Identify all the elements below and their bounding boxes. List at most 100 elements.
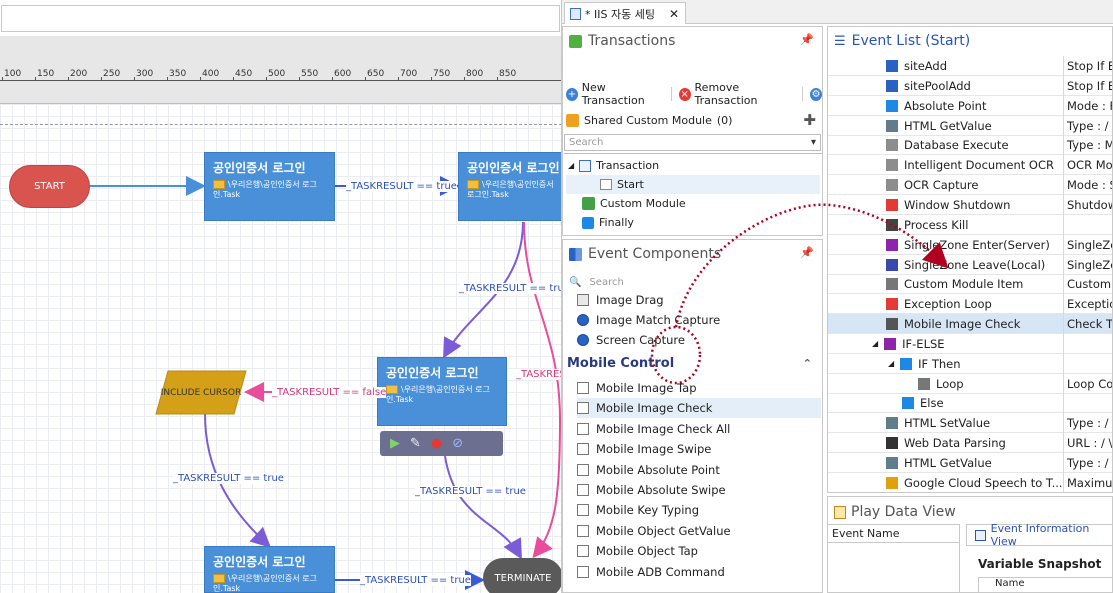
event-row-label: Intelligent Document OCR — [904, 158, 1054, 173]
event-type-icon — [886, 119, 898, 132]
task-node-1[interactable]: 공인인증서 로그인 \우리은행\공인인증서 로그인.Task — [204, 152, 335, 221]
folder-icon — [467, 180, 479, 189]
play-icon[interactable]: ▶ — [390, 436, 400, 451]
event-row[interactable]: Absolute Point Mode : F — [828, 95, 1112, 116]
mobile-item[interactable]: Mobile Absolute Swipe — [577, 480, 821, 500]
event-row[interactable]: Loop Loop Co — [828, 373, 1112, 394]
event-row-name-cell: Else — [902, 393, 944, 413]
event-type-icon — [900, 357, 913, 370]
transactions-toolbar: + New Transaction × Remove Transaction ⚙ — [563, 81, 822, 107]
tree-item-custom-module[interactable]: Custom Module — [582, 194, 686, 213]
event-row[interactable]: Custom Module Item Custom I — [828, 274, 1112, 295]
mobile-item[interactable]: Mobile ADB Command — [577, 562, 821, 582]
mobile-item[interactable]: Mobile Image Check All — [577, 419, 821, 439]
event-row[interactable]: Web Data Parsing URL : / \ — [828, 433, 1112, 454]
event-name-column-header[interactable]: Event Name — [828, 525, 959, 543]
close-icon[interactable]: ✕ — [669, 7, 679, 21]
mobile-item[interactable]: Mobile Absolute Point — [577, 460, 821, 480]
tree-item-transaction[interactable]: ◢ Transaction — [568, 156, 659, 175]
event-row-value: Maximur — [1063, 472, 1112, 492]
pin-icon[interactable]: 📌 — [800, 33, 814, 46]
collapse-icon[interactable]: ◢ — [568, 161, 574, 170]
start-node-label: START — [34, 181, 65, 192]
collapse-icon[interactable]: ◢ — [872, 339, 878, 348]
mobile-device-icon — [577, 382, 589, 394]
event-row-value: Exception — [1063, 294, 1112, 315]
mobile-item[interactable]: Mobile Object Tap — [577, 541, 821, 561]
variable-snapshot-heading: Variable Snapshot — [978, 557, 1102, 571]
event-row[interactable]: Google Cloud Speech to T... Maximur — [828, 472, 1112, 492]
tree-item-finally[interactable]: Finally — [582, 213, 634, 232]
mobile-item[interactable]: Mobile Image Tap — [577, 378, 821, 398]
link-icon[interactable]: ⊘ — [452, 436, 463, 451]
event-row[interactable]: SingleZone Enter(Server) SingleZo — [828, 234, 1112, 255]
event-row[interactable]: ◢ IF Then — [828, 353, 1112, 374]
mobile-item-label: Mobile Image Check All — [596, 421, 731, 436]
event-row-value: Loop Co — [1063, 373, 1112, 394]
event-row[interactable]: OCR Capture Mode : S — [828, 175, 1112, 196]
event-row[interactable]: Exception Loop Exception — [828, 294, 1112, 315]
event-type-icon — [902, 397, 914, 410]
event-row[interactable]: Else — [828, 393, 1112, 414]
task-node-4[interactable]: 공인인증서 로그인 \우리은행\공인인증서 로그인.Task — [204, 546, 335, 593]
event-row[interactable]: HTML SetValue Type : / — [828, 413, 1112, 434]
event-row[interactable]: siteAdd Stop If E — [828, 56, 1112, 76]
settings-icon[interactable]: ⚙ — [810, 87, 822, 101]
terminate-node[interactable]: TERMINATE — [483, 558, 561, 593]
event-row-name-cell: Exception Loop — [886, 294, 992, 314]
pin-icon[interactable]: 📌 — [800, 246, 814, 259]
event-row[interactable]: ◢ IF-ELSE — [828, 333, 1112, 354]
event-row[interactable]: Window Shutdown Shutdow — [828, 194, 1112, 215]
mobile-item[interactable]: Mobile Image Swipe — [577, 439, 821, 459]
event-row[interactable]: sitePoolAdd Stop If E — [828, 75, 1112, 96]
tree-item-start[interactable]: Start — [566, 175, 820, 194]
event-row[interactable]: HTML GetValue Type : / — [828, 453, 1112, 473]
mobile-device-icon — [577, 463, 589, 476]
task-node-2[interactable]: 공인인증서 로그인 \우리은행\공인인증서 로그인.Task — [458, 152, 561, 221]
transactions-search-input[interactable]: Search ▾ — [564, 134, 821, 151]
event-row-label: IF Then — [918, 356, 961, 371]
include-cursor-node[interactable]: INCLUDE CURSOR — [156, 371, 246, 414]
components-grid-icon — [569, 247, 582, 261]
edit-icon[interactable]: ✎ — [410, 436, 421, 451]
event-row[interactable]: Database Execute Type : M — [828, 135, 1112, 156]
edge-label-true-4: _TASKRESULT == true — [415, 486, 526, 497]
mobile-control-section-header[interactable]: Mobile Control ⌃ — [567, 352, 822, 374]
edge-label-partial: _TASKRES — [516, 369, 561, 380]
document-tab[interactable]: * IIS 자동 세팅 ✕ — [564, 2, 686, 24]
components-search-input[interactable]: 🔍 Search — [569, 274, 624, 290]
new-transaction-button[interactable]: New Transaction — [582, 81, 664, 107]
event-information-tab[interactable]: Event Information View — [966, 522, 1112, 548]
remove-circle-icon: × — [678, 87, 691, 101]
tab-label: Event Information View — [990, 522, 1090, 548]
component-item-screen-capture[interactable]: Screen Capture — [577, 330, 821, 350]
collapse-icon[interactable]: ◢ — [888, 359, 894, 368]
event-row[interactable]: SingleZone Leave(Local) SingleZo — [828, 254, 1112, 275]
event-row[interactable]: HTML GetValue Type : / — [828, 115, 1112, 136]
task-node-3[interactable]: 공인인증서 로그인 \우리은행\공인인증서 로그인.Task — [377, 357, 507, 426]
chevron-down-icon[interactable]: ▾ — [811, 137, 816, 148]
component-item-image-match-capture[interactable]: Image Match Capture — [577, 310, 821, 330]
start-node[interactable]: START — [9, 165, 90, 208]
mobile-item[interactable]: Mobile Image Check — [577, 398, 821, 419]
stop-icon[interactable]: ● — [431, 436, 442, 451]
event-type-icon — [886, 159, 898, 172]
add-module-icon[interactable]: ✚ — [803, 111, 816, 129]
event-row-value: Stop If E — [1063, 75, 1112, 96]
name-column-header[interactable]: Name — [978, 577, 1112, 592]
mobile-item[interactable]: Mobile Object GetValue — [577, 521, 821, 541]
event-row[interactable]: Mobile Image Check Check Ty — [828, 314, 1112, 335]
mobile-item[interactable]: Mobile Key Typing — [577, 500, 821, 520]
mobile-device-icon — [577, 545, 589, 558]
mobile-device-icon — [577, 565, 589, 578]
search-placeholder: Search — [569, 137, 604, 148]
search-placeholder: Search — [589, 276, 624, 288]
component-item-image-drag[interactable]: Image Drag — [577, 290, 821, 310]
component-label: Image Drag — [596, 293, 664, 307]
remove-transaction-button[interactable]: Remove Transaction — [695, 81, 796, 107]
document-tab-title: * IIS 자동 세팅 — [585, 7, 655, 21]
shared-custom-module-row[interactable]: Shared Custom Module (0) ✚ — [563, 110, 822, 130]
event-row[interactable]: Process Kill — [828, 214, 1112, 235]
event-row[interactable]: Intelligent Document OCR OCR Mo — [828, 155, 1112, 176]
chevron-up-icon[interactable]: ⌃ — [803, 357, 812, 370]
